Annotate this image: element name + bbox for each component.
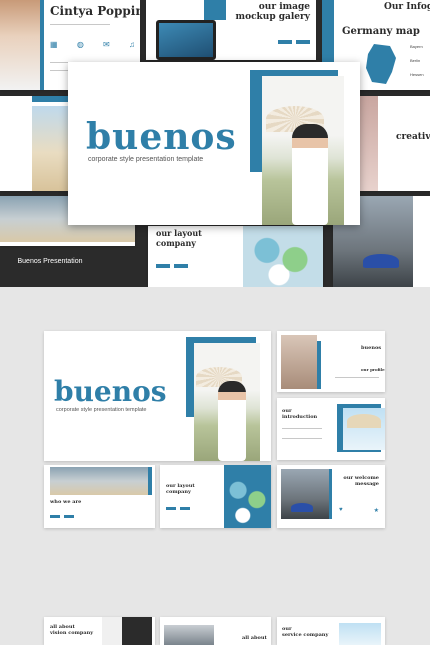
woman-parasol-photo: [262, 76, 344, 225]
grid-slide-service: our service company: [277, 617, 385, 645]
infograph-title: Our Infograph: [384, 2, 430, 12]
grid-title: all about vision company: [50, 624, 94, 636]
grid-title: our service company: [282, 626, 329, 638]
slide-title: creative p: [396, 132, 430, 142]
umbrella-photo: [343, 408, 385, 450]
accent-bar: [40, 0, 44, 90]
icon-pair: ♥ ★: [339, 507, 379, 514]
grid-slide-who-we-are: who we are: [44, 465, 155, 528]
tablet-mockup: [156, 20, 216, 60]
accent-bar: [148, 467, 152, 495]
grid-title: buenos: [361, 345, 382, 351]
music-icon: ♫: [129, 40, 135, 49]
hero-slide: buenos corporate style presentation temp…: [68, 62, 360, 225]
beach-panorama: [50, 467, 149, 495]
grid-title: who we are: [50, 499, 82, 505]
slide-creative: creative p: [360, 96, 430, 191]
slide-title: Cintya Poppins: [50, 4, 140, 18]
star-icon: ★: [373, 508, 379, 514]
grid-subtitle: our profile: [361, 367, 385, 372]
hero-subtitle: corporate style presentation template: [88, 156, 204, 163]
tag: [64, 515, 74, 518]
woman-figure: [292, 124, 328, 225]
divider: [50, 24, 110, 25]
slide-title: Germany map: [342, 26, 420, 37]
grid-title: our layout company: [166, 483, 195, 495]
text-line: [282, 428, 322, 429]
woman-figure: [218, 381, 246, 461]
accent-bar: [32, 96, 70, 102]
hero-title: buenos: [86, 116, 237, 158]
slide-title: our layout company: [156, 228, 202, 248]
tag: [166, 507, 176, 510]
grid-slide-welcome: our welcome message ♥ ★: [277, 465, 385, 528]
grid-title: all about: [242, 635, 267, 641]
globe-icon: ◍: [76, 40, 84, 49]
accent-bar: [329, 469, 332, 519]
grid-subtitle: corporate style presentation template: [56, 407, 147, 413]
city-label: Berlin: [410, 58, 421, 63]
icon-row: ▦ ◍ ✉ ♫: [50, 40, 135, 54]
grid-title: our welcome message: [343, 475, 379, 487]
street-photo: [281, 335, 317, 389]
slide-beach: [0, 96, 70, 191]
grid-slide-buenos: buenos corporate style presentation temp…: [44, 331, 271, 461]
tag: [50, 515, 60, 518]
accent-block: [204, 0, 226, 20]
map-shape: [366, 44, 396, 84]
grid-slide-profile: buenos our profile: [277, 331, 385, 392]
blue-umbrella: [291, 503, 313, 512]
umbrellas-photo: [224, 465, 271, 528]
umbrellas-photo: [243, 226, 323, 287]
text-line: [335, 377, 379, 378]
grid-title: buenos: [54, 375, 167, 408]
grid-slide-vision: all about vision company: [44, 617, 155, 645]
grid-slide-introduction: our introduction: [277, 398, 385, 460]
grid-slide-all-about: all about: [160, 617, 271, 645]
portrait-photo: [0, 0, 40, 90]
badge-label: Buenos Presentation: [17, 257, 83, 265]
grid-icon: ▦: [50, 40, 58, 49]
presentation-badge: Buenos Presentation: [14, 250, 86, 272]
umbrella: [347, 414, 381, 428]
person-photo: [360, 96, 378, 191]
tag: [156, 264, 170, 268]
tag: [174, 264, 188, 268]
city-label: Hessen: [410, 72, 424, 77]
blue-umbrella: [363, 254, 399, 268]
grid-slide-layout: our layout company: [160, 465, 271, 528]
heart-icon: ♥: [339, 507, 343, 513]
slide-title: our image mockup galery: [235, 2, 310, 22]
city-photo: [164, 625, 214, 645]
city-label: Bayern: [410, 44, 423, 49]
tag: [296, 40, 310, 44]
accent-bar: [317, 341, 321, 389]
text-line: [282, 438, 322, 439]
umbrella-photo: [339, 623, 381, 645]
beach-photo: [32, 106, 70, 191]
slide-image-mockup: our image mockup galery: [146, 0, 316, 60]
woman-parasol-photo: [194, 343, 260, 461]
mail-icon: ✉: [103, 40, 110, 49]
slide-layout-top: our layout company: [148, 226, 323, 287]
tag: [180, 507, 190, 510]
tag: [278, 40, 292, 44]
grid-title: our introduction: [282, 408, 318, 420]
building-photo: [102, 617, 152, 645]
